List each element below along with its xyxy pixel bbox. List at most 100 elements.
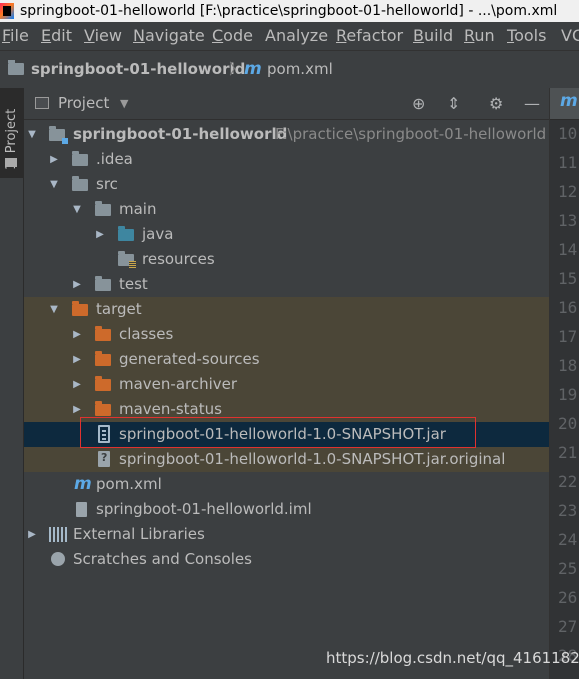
- window-title-bar: springboot-01-helloworld [F:\practice\sp…: [0, 0, 579, 22]
- tree-item-scratches[interactable]: Scratches and Consoles: [24, 547, 549, 572]
- menu-code-mnemonic: C: [212, 26, 224, 45]
- project-tool-tab[interactable]: 1: Project: [0, 88, 23, 178]
- menu-build[interactable]: Build: [413, 22, 453, 50]
- tree-item-label: maven-archiver: [119, 375, 238, 393]
- menu-run-mnemonic: R: [464, 26, 475, 45]
- menu-file-mnemonic: F: [2, 26, 11, 45]
- tree-item-label: target: [96, 300, 142, 318]
- menu-run[interactable]: Run: [464, 22, 495, 50]
- breadcrumb-separator-icon: 〉: [229, 60, 245, 78]
- tree-item-label: generated-sources: [119, 350, 260, 368]
- collapse-arrow-icon[interactable]: ▶: [26, 522, 38, 547]
- line-number: 22: [558, 472, 578, 491]
- navigation-bar: springboot-01-helloworld 〉 m pom.xml: [0, 50, 579, 89]
- tree-item-label: src: [96, 175, 118, 193]
- collapse-arrow-icon[interactable]: ▶: [71, 272, 83, 297]
- tree-item-external-libraries[interactable]: ▶ External Libraries: [24, 522, 549, 547]
- expand-arrow-icon[interactable]: ▼: [26, 122, 38, 147]
- editor-area: m 10 11 12 13 14 15 16 17 18 19 20 21 22…: [549, 88, 579, 679]
- collapse-arrow-icon[interactable]: ▶: [48, 147, 60, 172]
- line-number: 25: [558, 559, 578, 578]
- collapse-arrow-icon[interactable]: ▶: [94, 222, 106, 247]
- expand-arrow-icon[interactable]: ▼: [48, 297, 60, 322]
- line-number: 18: [558, 356, 578, 375]
- breadcrumb-file[interactable]: pom.xml: [267, 51, 333, 87]
- tree-item-path: F:\practice\springboot-01-helloworld: [275, 125, 547, 143]
- menu-edit-mnemonic: E: [41, 26, 52, 45]
- watermark: https://blog.csdn.net/qq_41611820: [326, 649, 579, 667]
- intellij-app-icon: [0, 3, 14, 19]
- project-view-icon: [35, 97, 49, 109]
- line-number: 27: [558, 617, 578, 636]
- tree-item-generated-sources[interactable]: ▶ generated-sources: [24, 347, 549, 372]
- hide-panel-icon[interactable]: —: [524, 88, 540, 119]
- folder-icon: [72, 176, 88, 191]
- menu-vcs[interactable]: VC: [561, 22, 579, 50]
- folder-icon: [95, 201, 111, 216]
- collapse-arrow-icon[interactable]: ▶: [71, 322, 83, 347]
- tree-item-idea[interactable]: ▶ .idea: [24, 147, 549, 172]
- line-number: 23: [558, 501, 578, 520]
- menu-edit[interactable]: Edit: [41, 22, 72, 50]
- menu-refactor-label: efactor: [346, 26, 404, 45]
- maven-file-icon: m: [560, 91, 578, 111]
- tree-item-jar-original[interactable]: springboot-01-helloworld-1.0-SNAPSHOT.ja…: [24, 447, 549, 472]
- menu-analyze[interactable]: Analyze: [265, 22, 328, 50]
- project-panel: Project ▼ ⊕ ⇕ ⚙ — ▼ springboot-01-hellow…: [24, 88, 549, 679]
- menu-refactor-mnemonic: R: [336, 26, 347, 45]
- menu-code-label: ode: [223, 26, 253, 45]
- collapse-arrow-icon[interactable]: ▶: [71, 347, 83, 372]
- library-icon: [49, 527, 67, 542]
- excluded-folder-icon: [95, 376, 111, 391]
- breadcrumb-project[interactable]: springboot-01-helloworld: [31, 51, 245, 87]
- window-title: springboot-01-helloworld [F:\practice\sp…: [20, 3, 558, 19]
- tree-item-main[interactable]: ▼ main: [24, 197, 549, 222]
- menu-file[interactable]: File: [2, 22, 29, 50]
- collapse-arrow-icon[interactable]: ▶: [71, 372, 83, 397]
- tree-item-java[interactable]: ▶ java: [24, 222, 549, 247]
- menu-build-mnemonic: B: [413, 26, 424, 45]
- gear-icon[interactable]: ⚙: [489, 88, 503, 119]
- menu-build-label: uild: [423, 26, 454, 45]
- menu-navigate-label: avigate: [144, 26, 205, 45]
- module-folder-icon: [49, 126, 68, 144]
- line-number: 15: [558, 269, 578, 288]
- menu-bar: File Edit View Navigate Code Analyze Ref…: [0, 22, 579, 50]
- highlight-annotation-box: [80, 417, 476, 448]
- menu-navigate[interactable]: Navigate: [133, 22, 205, 50]
- tree-item-classes[interactable]: ▶ classes: [24, 322, 549, 347]
- menu-tools[interactable]: Tools: [507, 22, 546, 50]
- tree-item-resources[interactable]: resources: [24, 247, 549, 272]
- collapse-all-icon[interactable]: ⇕: [447, 88, 460, 119]
- tree-item-pom[interactable]: m pom.xml: [24, 472, 549, 497]
- tree-item-label: test: [119, 275, 148, 293]
- menu-navigate-mnemonic: N: [133, 26, 145, 45]
- tree-item-label: resources: [142, 250, 215, 268]
- chevron-down-icon[interactable]: ▼: [120, 88, 128, 119]
- line-number: 26: [558, 588, 578, 607]
- tree-item-maven-archiver[interactable]: ▶ maven-archiver: [24, 372, 549, 397]
- tree-item-label: java: [142, 225, 174, 243]
- project-view-selector[interactable]: Project: [58, 88, 109, 119]
- tree-item-target[interactable]: ▼ target: [24, 297, 549, 322]
- resources-folder-icon: [118, 251, 136, 268]
- menu-refactor[interactable]: Refactor: [336, 22, 403, 50]
- tree-item-iml[interactable]: springboot-01-helloworld.iml: [24, 497, 549, 522]
- locate-file-icon[interactable]: ⊕: [412, 88, 425, 119]
- line-number-gutter: 10 11 12 13 14 15 16 17 18 19 20 21 22 2…: [550, 120, 579, 679]
- menu-edit-label: dit: [51, 26, 72, 45]
- menu-view[interactable]: View: [84, 22, 122, 50]
- tree-item-test[interactable]: ▶ test: [24, 272, 549, 297]
- expand-arrow-icon[interactable]: ▼: [71, 197, 83, 222]
- line-number: 12: [558, 182, 578, 201]
- tree-item-root[interactable]: ▼ springboot-01-helloworld F:\practice\s…: [24, 122, 549, 147]
- project-panel-header: Project ▼ ⊕ ⇕ ⚙ —: [24, 88, 549, 120]
- editor-tab-pom[interactable]: m: [550, 88, 579, 119]
- tree-item-src[interactable]: ▼ src: [24, 172, 549, 197]
- excluded-folder-icon: [95, 401, 111, 416]
- scratches-icon: [51, 552, 65, 566]
- expand-arrow-icon[interactable]: ▼: [48, 172, 60, 197]
- line-number: 10: [558, 124, 578, 143]
- menu-code[interactable]: Code: [212, 22, 253, 50]
- project-folder-icon: [8, 60, 24, 75]
